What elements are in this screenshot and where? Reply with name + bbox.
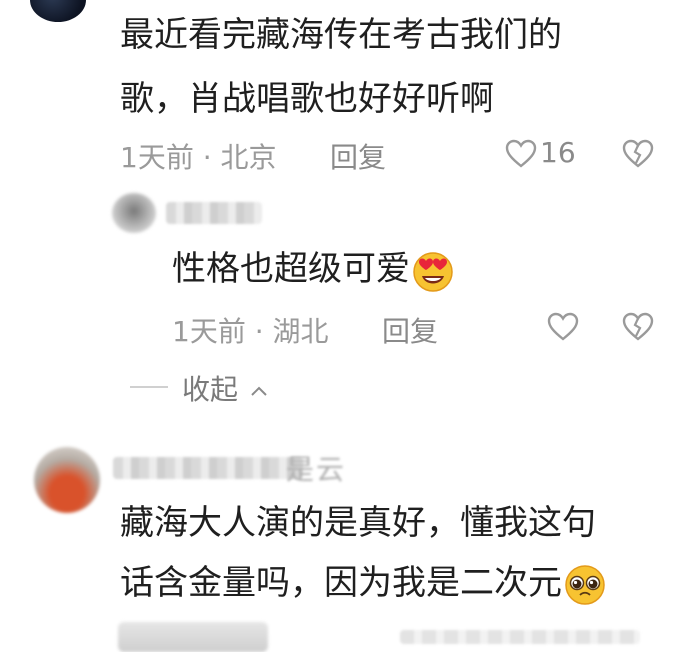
comment-time: 1天前 — [172, 315, 246, 348]
chevron-up-icon — [251, 386, 267, 396]
comment-time: 1天前 — [120, 141, 194, 174]
author-name-blurred — [166, 202, 262, 224]
heart-outline-icon[interactable] — [505, 139, 537, 169]
broken-heart-icon[interactable] — [622, 312, 654, 342]
pleading-face-emoji-icon — [565, 564, 605, 605]
image-thumbnail[interactable] — [118, 622, 268, 652]
broken-heart-icon[interactable] — [622, 139, 654, 169]
avatar[interactable] — [112, 193, 156, 233]
collapse-label: 收起 — [182, 373, 239, 406]
avatar[interactable] — [34, 447, 100, 513]
comment-location: 湖北 — [272, 315, 329, 348]
collapse-divider — [130, 386, 168, 388]
collapse-replies-button[interactable]: 收起 — [182, 368, 269, 408]
comment-text-content: 话含金量吗，因为我是二次元 — [120, 563, 562, 603]
meta-separator: · — [254, 315, 273, 348]
author-name[interactable]: 是云 — [286, 448, 346, 488]
reply-text-content: 性格也超级可爱 — [172, 249, 410, 289]
like-count: 16 — [540, 136, 576, 169]
comment-text-line: 最近看完藏海传在考古我们的 — [120, 15, 562, 55]
heart-outline-icon[interactable] — [547, 312, 579, 342]
reply-button[interactable]: 回复 — [382, 310, 438, 350]
avatar[interactable] — [30, 0, 86, 22]
comment-text-line: 话含金量吗，因为我是二次元 — [120, 556, 608, 610]
author-name-blurred — [113, 457, 303, 479]
comment-text-line: 藏海大人演的是真好，懂我这句 — [120, 503, 596, 543]
comment-meta: 1天前 · 北京 — [120, 136, 277, 176]
meta-separator: · — [202, 141, 221, 174]
comment-text-line: 歌，肖战唱歌也好好听啊 — [120, 79, 494, 119]
heart-eyes-emoji-icon — [413, 251, 453, 292]
blurred-content — [400, 630, 640, 644]
reply-meta: 1天前 · 湖北 — [172, 310, 329, 350]
reply-button[interactable]: 回复 — [330, 136, 386, 176]
reply-text: 性格也超级可爱 — [172, 242, 456, 296]
comment-location: 北京 — [220, 141, 277, 174]
